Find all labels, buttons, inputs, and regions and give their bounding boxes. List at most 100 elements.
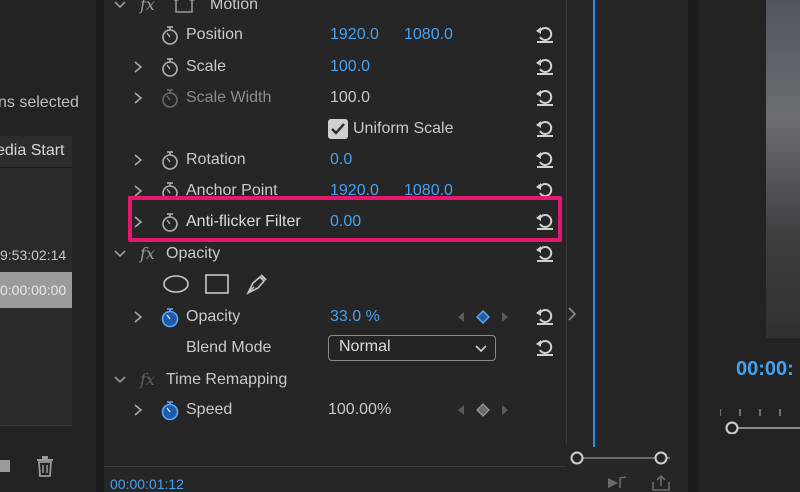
checkmark-icon — [331, 123, 345, 135]
chevron-right-icon[interactable] — [132, 60, 144, 74]
zoom-handle-right[interactable] — [654, 451, 668, 465]
chevron-down-icon[interactable] — [114, 247, 126, 261]
blend-mode-row: Blend Mode Normal — [104, 334, 566, 362]
stopwatch-active-icon[interactable] — [160, 399, 180, 421]
rotation-label: Rotation — [186, 151, 246, 168]
uniform-scale-label: Uniform Scale — [353, 120, 454, 137]
stopwatch-icon[interactable] — [160, 149, 180, 171]
selected-row-timecode-text: 0:00:00:00 — [0, 282, 67, 298]
media-start-timecode: 9:53:02:14 — [0, 247, 67, 263]
uniform-scale-checkbox[interactable] — [328, 119, 348, 139]
rotation-row: Rotation 0.0 — [104, 146, 566, 174]
media-start-column-label: edia Start — [0, 142, 65, 159]
selection-count-label: ns selected — [0, 94, 79, 111]
chevron-right-icon[interactable] — [132, 153, 144, 167]
media-start-column-header[interactable]: edia Start — [0, 136, 72, 168]
position-x-value[interactable]: 1920.0 — [330, 21, 379, 49]
new-item-icon[interactable] — [0, 460, 10, 472]
uniform-scale-row: Uniform Scale — [104, 115, 566, 143]
reset-icon[interactable] — [534, 179, 556, 197]
reset-icon[interactable] — [534, 55, 556, 77]
scale-width-value: 100.0 — [330, 89, 371, 106]
chevron-down-icon[interactable] — [114, 0, 126, 12]
speed-row: Speed 100.00% — [104, 396, 566, 424]
scale-width-row: Scale Width 100.0 — [104, 84, 566, 112]
scale-width-label: Scale Width — [186, 89, 272, 106]
reset-icon[interactable] — [534, 242, 556, 264]
stopwatch-active-icon[interactable] — [160, 306, 180, 328]
playhead-line[interactable] — [593, 0, 595, 447]
blend-mode-dropdown[interactable]: Normal — [328, 335, 496, 361]
blend-mode-selected: Normal — [339, 338, 391, 355]
zoom-handle-left[interactable] — [570, 451, 584, 465]
reset-icon[interactable] — [534, 305, 556, 327]
reset-icon[interactable] — [534, 148, 556, 170]
anti-flicker-highlight — [128, 196, 562, 242]
program-monitor-timecode[interactable]: 00:00: — [736, 358, 794, 381]
stopwatch-icon — [162, 89, 178, 108]
fx-badge-icon[interactable]: fx — [140, 0, 155, 19]
anchor-point-y-value[interactable]: 1080.0 — [404, 177, 453, 197]
stopwatch-icon[interactable] — [160, 24, 180, 46]
opacity-label: Opacity — [186, 308, 241, 325]
play-audio-icon[interactable] — [606, 474, 628, 492]
previous-keyframe-icon[interactable] — [456, 403, 466, 417]
motion-transform-icon[interactable] — [174, 0, 202, 16]
selected-row-timecode[interactable]: 0:00:00:00 — [0, 272, 72, 308]
effect-controls-timeline — [566, 0, 688, 492]
opacity-row: Opacity 33.0 % — [104, 303, 566, 331]
fx-badge-icon: fx — [140, 370, 155, 389]
reset-icon[interactable] — [534, 86, 556, 108]
add-keyframe-icon[interactable] — [476, 403, 490, 417]
opacity-section-label: Opacity — [166, 245, 221, 262]
reset-icon[interactable] — [534, 117, 556, 139]
add-keyframe-icon[interactable] — [476, 310, 490, 324]
speed-value[interactable]: 100.00% — [328, 396, 391, 424]
ellipse-mask-icon[interactable] — [162, 273, 190, 295]
program-monitor-panel: 00:00: — [698, 0, 800, 492]
pen-mask-icon[interactable] — [244, 271, 270, 297]
opacity-value[interactable]: 33.0 % — [330, 303, 380, 331]
fx-badge-icon[interactable]: fx — [140, 240, 155, 268]
panel-divider — [566, 0, 567, 445]
position-label: Position — [186, 26, 243, 43]
motion-section-label: Motion — [210, 0, 259, 13]
reset-icon[interactable] — [534, 336, 556, 358]
next-keyframe-icon[interactable] — [500, 310, 510, 324]
blend-mode-label: Blend Mode — [186, 339, 272, 356]
scale-value[interactable]: 100.0 — [330, 53, 370, 81]
chevron-right-icon[interactable] — [132, 91, 144, 105]
export-icon[interactable] — [650, 474, 672, 492]
position-y-value[interactable]: 1080.0 — [404, 21, 453, 49]
chevron-right-icon[interactable] — [566, 306, 578, 322]
time-remapping-section-header[interactable]: fx Time Remapping — [104, 366, 566, 394]
opacity-section-header[interactable]: fx Opacity — [104, 240, 566, 268]
footer-divider — [104, 466, 566, 467]
chevron-down-icon[interactable] — [114, 373, 126, 387]
position-row: Position 1920.0 1080.0 — [104, 21, 566, 49]
motion-section-header[interactable]: fx Motion — [104, 0, 566, 19]
scale-label: Scale — [186, 58, 227, 75]
next-keyframe-icon[interactable] — [500, 403, 510, 417]
time-remapping-label: Time Remapping — [166, 371, 288, 388]
chevron-right-icon[interactable] — [132, 403, 144, 417]
trash-icon[interactable] — [36, 456, 54, 478]
video-frame — [766, 0, 800, 338]
scale-row: Scale 100.0 — [104, 53, 566, 81]
anchor-point-row: Anchor Point 1920.0 1080.0 — [104, 177, 566, 197]
previous-keyframe-icon[interactable] — [456, 310, 466, 324]
mask-tools-row — [104, 270, 566, 298]
rectangle-mask-icon[interactable] — [204, 273, 230, 295]
chevron-down-icon — [475, 345, 487, 353]
anchor-point-label: Anchor Point — [186, 182, 278, 197]
chevron-right-icon[interactable] — [132, 310, 144, 324]
anchor-point-x-value[interactable]: 1920.0 — [330, 177, 379, 197]
monitor-time-ruler[interactable] — [720, 404, 800, 434]
rotation-value[interactable]: 0.0 — [330, 146, 352, 174]
speed-label: Speed — [186, 401, 233, 418]
stopwatch-icon[interactable] — [160, 180, 180, 197]
reset-icon[interactable] — [534, 23, 556, 45]
effect-controls-timecode[interactable]: 00:00:01:12 — [110, 476, 184, 492]
stopwatch-icon[interactable] — [160, 56, 180, 78]
effect-controls-panel: fx Motion Position 1920.0 1080.0 Scale 1… — [104, 0, 566, 492]
